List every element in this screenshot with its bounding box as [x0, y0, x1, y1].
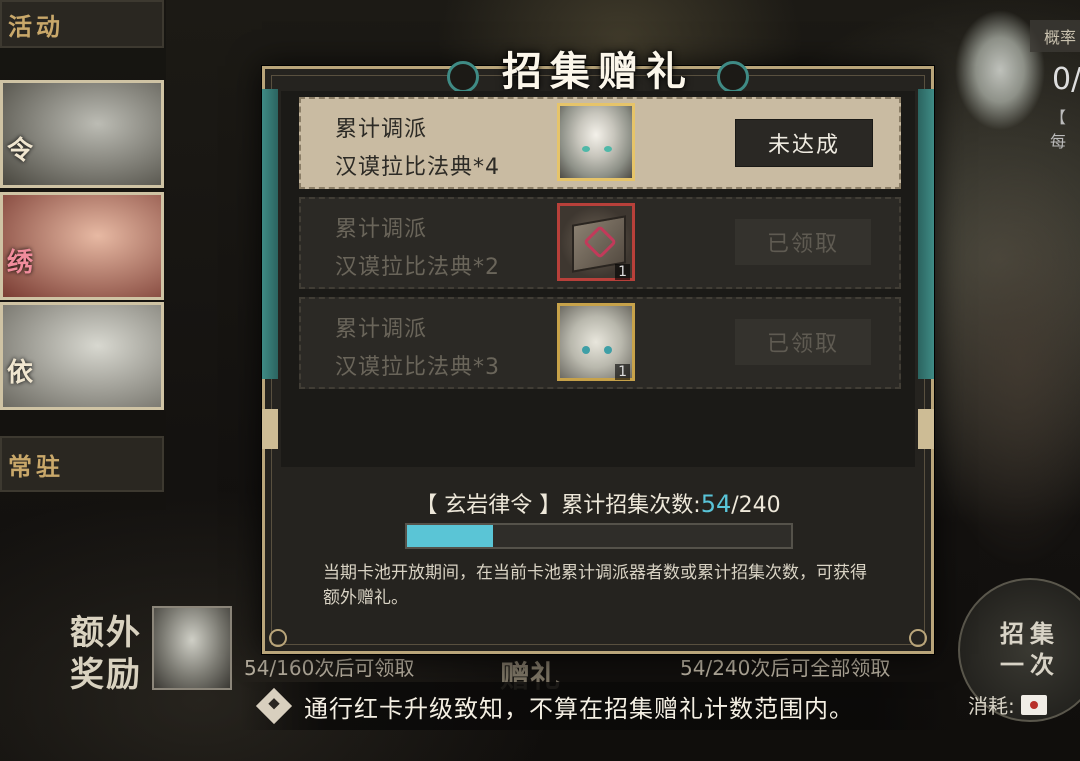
extra-reward-line-1: 额外 [70, 613, 142, 653]
reward-row-3-line1: 累计调派 [335, 317, 428, 342]
reward-row-1-line1: 累计调派 [335, 117, 428, 142]
diamond-notice-icon [255, 687, 293, 725]
modal-description: 当期卡池开放期间，在当前卡池累计调派器者数或累计招集次数，可获得额外赠礼。 [323, 563, 867, 608]
pool-card-2-label: 绣 [7, 248, 34, 278]
tab-standard[interactable]: 常驻 [0, 436, 164, 492]
pool-card-1[interactable]: 令 [0, 80, 164, 188]
draw-once-line-1: 招集 [1000, 619, 1060, 648]
tab-event[interactable]: 活动 [0, 0, 164, 48]
portrait-eye-right [604, 146, 612, 152]
modal-edge-right [918, 89, 934, 379]
recruit-gift-modal: 招集赠礼 累计调派 汉谟拉比法典*4 未达成 累计调派 汉谟拉比法典*2 1 已… [262, 48, 934, 654]
reward-row-2-line1: 累计调派 [335, 217, 428, 242]
pool-card-1-label: 令 [7, 136, 34, 166]
portrait-eye-left [582, 146, 590, 152]
notice-banner: 通行红卡升级致知，不算在招集赠礼计数范围内。 [240, 682, 960, 730]
claimed-button[interactable]: 已领取 [735, 219, 871, 265]
extra-reward-avatar[interactable] [152, 606, 232, 690]
modal-edge-left [262, 89, 278, 379]
recruit-count-current: 54 [700, 490, 732, 518]
pity-sub: 【 每 [1050, 108, 1067, 151]
reward-row-3-line2: 汉谟拉比法典*3 [335, 355, 500, 380]
consume-cost: 消耗: [968, 690, 1047, 719]
pool-card-2[interactable]: 绣 [0, 192, 164, 300]
recruit-count-prefix: 【 玄岩律令 】累计招集次数: [415, 493, 701, 518]
pool-card-3-label: 依 [7, 358, 34, 388]
tab-standard-label: 常驻 [8, 452, 64, 481]
chibi-character-icon[interactable]: 1 [557, 303, 635, 381]
modal-edge-right-accent [918, 409, 934, 449]
consume-label: 消耗: [968, 694, 1015, 718]
notice-text: 通行红卡升级致知，不算在招集赠礼计数范围内。 [304, 694, 854, 723]
extra-reward-label: 额外 奖励 [70, 612, 142, 696]
reward-row-3: 累计调派 汉谟拉比法典*3 1 已领取 [299, 297, 901, 389]
gift-progress: 54/240次后可全部领取 [680, 656, 891, 680]
reward-row-2: 累计调派 汉谟拉比法典*2 1 已领取 [299, 197, 901, 289]
red-envelope-icon [1020, 694, 1047, 715]
reward-count: 1 [615, 264, 630, 280]
unachieved-button[interactable]: 未达成 [735, 119, 873, 167]
pool-card-3[interactable]: 依 [0, 302, 164, 410]
modal-edge-left-accent [262, 409, 278, 449]
recruit-progress-fill [407, 525, 494, 547]
book-box-icon[interactable]: 1 [557, 203, 635, 281]
extra-reward-line-2: 奖励 [70, 655, 142, 695]
pity-counter: 0/ [1052, 62, 1080, 97]
draw-once-line-2: 一次 [1000, 651, 1060, 679]
reward-row-1-line2: 汉谟拉比法典*4 [335, 155, 500, 180]
reward-row-2-line2: 汉谟拉比法典*2 [335, 255, 500, 280]
recruit-count-total: /240 [731, 493, 781, 518]
rate-tab[interactable]: 概率 [1030, 20, 1080, 52]
chibi-eye-left [582, 346, 590, 354]
character-portrait-icon[interactable] [557, 103, 635, 181]
chibi-eye-right [604, 346, 612, 354]
corner-ornament-icon [909, 629, 927, 647]
left-pool-panel: 活动 令 绣 依 常驻 [0, 0, 166, 510]
corner-ornament-icon [269, 629, 287, 647]
claimed-button[interactable]: 已领取 [735, 319, 871, 365]
reward-list[interactable]: 累计调派 汉谟拉比法典*4 未达成 累计调派 汉谟拉比法典*2 1 已领取 累计… [281, 91, 915, 467]
tab-event-label: 活动 [8, 12, 64, 41]
rate-tab-label: 概率 [1043, 28, 1076, 47]
reward-count: 1 [615, 364, 630, 380]
recruit-count-text: 【 玄岩律令 】累计招集次数:54/240 [265, 487, 931, 519]
recruit-progress-bar [405, 523, 793, 549]
reward-row-1: 累计调派 汉谟拉比法典*4 未达成 [299, 97, 901, 189]
extra-reward-progress: 54/160次后可领取 [244, 656, 415, 680]
modal-title: 招集赠礼 [502, 48, 694, 95]
